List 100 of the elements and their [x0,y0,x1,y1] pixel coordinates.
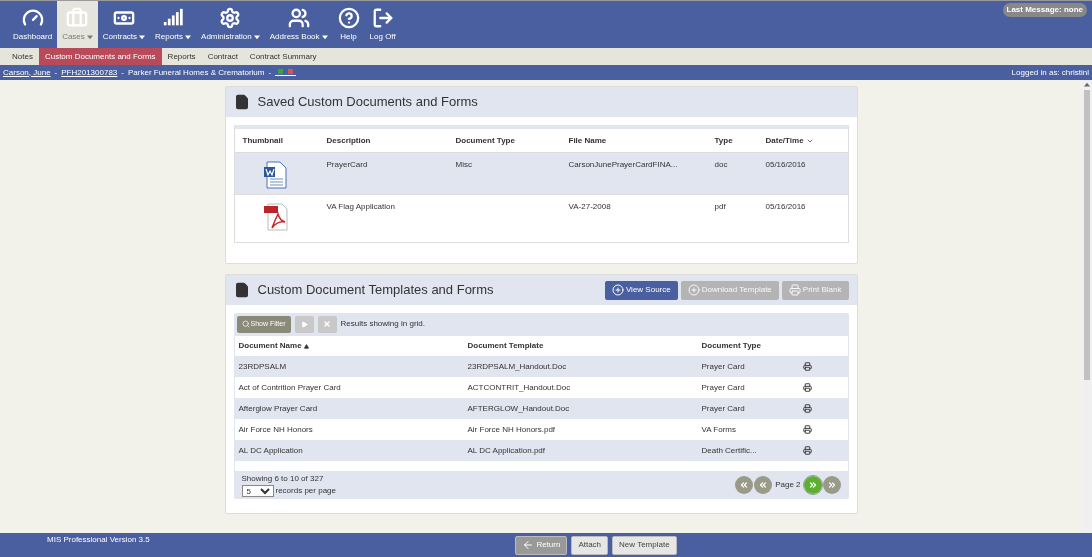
briefcase-icon [66,6,89,29]
scrollbar[interactable] [1082,80,1092,533]
play-icon [300,320,308,328]
arrow-left-icon [522,539,535,551]
document-template-cell: AL DC Application.pdf [467,445,546,455]
nav-item[interactable]: Log Off [364,1,401,48]
template-row[interactable]: Afterglow Prayer Card AFTERGLOW_Handout.Doc Prayer Card [234,398,848,419]
logged-in-text: Logged in as: christinl [1011,66,1089,79]
sort-caret-icon [303,343,309,349]
type-cell: doc [714,160,728,169]
document-name-cell: Act of Contrition Prayer Card [238,382,341,392]
panel-title: Custom Document Templates and Forms [257,281,494,300]
first-page-icon [739,480,750,490]
file-name-cell-text: CarsonJunePrayerCardFINA... [568,159,679,171]
apply-filter-button[interactable] [294,315,314,333]
breadcrumb-link[interactable]: Carson, June [3,66,51,79]
footer-button[interactable]: New Template [612,535,677,555]
nav-item[interactable]: Dashboard [8,1,58,48]
column-header: Document Type [701,340,762,352]
document-template-cell: ACTCONTRIT_Handout.Doc [467,382,571,392]
pdf-document-icon [262,203,289,231]
date-cell-text: 05/16/2016 [765,159,806,171]
print-icon[interactable] [802,362,812,371]
document-type-cell: Prayer Card [701,403,745,413]
document-name-cell: 23RDPSALM [238,361,287,371]
close-icon [323,320,331,328]
document-row[interactable]: PrayerCard Misc CarsonJunePrayerCardFINA... doc 05/16/2016 [234,152,848,194]
footer-button[interactable]: Attach [571,535,609,555]
search-icon [241,320,250,328]
column-header[interactable]: Document Name [234,340,468,352]
plus-circle-icon [611,284,624,296]
settings-icon [219,6,242,29]
document-template-cell: Air Force NH Honors.pdf [467,424,556,434]
document-icon [233,282,250,298]
previous-page-button[interactable] [754,476,773,494]
column-header: File Name [568,134,608,147]
last-page-button[interactable] [822,476,841,494]
plus-circle-icon [687,284,700,296]
sub-tab[interactable]: Reports [161,48,202,65]
document-type-cell: VA Forms [701,424,737,434]
date-cell-text: 05/16/2016 [765,201,806,213]
document-template-cell: 23RDPSALM_Handout.Doc [467,361,567,371]
sub-tab[interactable]: Notes [6,48,39,65]
clear-filter-button[interactable] [317,315,337,333]
previous-page-icon [758,480,769,490]
document-template-cell: AFTERGLOW_Handout.Doc [467,403,570,413]
breadcrumb-text: - [121,66,124,79]
template-row[interactable]: 23RDPSALM 23RDPSALM_Handout.Doc Prayer Card [234,356,848,377]
help-icon [337,6,360,29]
print-icon[interactable] [802,383,812,392]
column-header[interactable]: Date/Time [765,134,814,147]
sub-tab[interactable]: Contract Summary [243,48,323,65]
next-page-button[interactable] [803,476,822,494]
breadcrumb-link[interactable]: PFH201300783 [61,66,118,79]
logout-icon [371,6,394,29]
users-icon [287,6,310,29]
column-header: Thumbnail [241,134,284,147]
document-type-cell: Death Certific... [701,445,757,455]
records-per-page-select[interactable]: 5 [241,485,274,497]
print-icon[interactable] [802,404,812,413]
column-header: Document Type [455,134,516,147]
results-status-text: Results showing in grid. [340,318,425,330]
document-name-cell: AL DC Application [238,445,303,455]
scroll-up-arrow-icon[interactable] [1084,82,1090,88]
nav-item[interactable]: Cases [57,1,98,48]
nav-item[interactable]: Help [332,1,365,48]
breadcrumb-text: - [54,66,58,79]
print-icon[interactable] [802,446,812,455]
column-header: Description [326,134,372,147]
file-name-cell-text: VA-27-2008 [568,201,612,213]
nav-item[interactable]: Address Book [264,1,333,48]
nav-item[interactable]: Administration [196,1,265,48]
first-page-button[interactable] [735,476,754,494]
records-per-page-label: records per page [275,485,336,497]
description-cell-text: PrayerCard [326,159,369,171]
print-icon [788,284,801,296]
document-name-cell: Afterglow Prayer Card [238,403,318,413]
next-page-icon [807,480,818,490]
document-name-cell: Air Force NH Honors [238,424,313,434]
breadcrumb-text: - [268,66,272,79]
last-page-icon [826,480,837,490]
panel-title: Saved Custom Documents and Forms [257,93,478,112]
sub-tab[interactable]: Custom Documents and Forms [38,48,162,65]
type-cell: pdf [714,202,726,211]
column-header: Type [714,134,734,147]
action-button[interactable]: View Source [604,280,678,300]
column-header: Document Template [467,340,545,352]
print-icon[interactable] [802,425,812,434]
nav-item[interactable]: Contracts [97,1,151,48]
version-text: MIS Professional Version 3.5 [47,534,150,546]
document-icon [233,94,250,110]
page-text: Page 2 [775,479,801,491]
description-cell-text: VA Flag Application [326,201,396,213]
showing-text: Showing 6 to 10 of 327 [241,473,325,485]
sub-tab[interactable]: Contract [201,48,244,65]
nav-item[interactable]: Reports [150,1,197,48]
document-type-cell: Prayer Card [701,382,745,392]
template-row[interactable]: AL DC Application AL DC Application.pdf Death Certific... [234,440,848,461]
document-type-cell: Prayer Card [701,361,745,371]
word-document-icon [262,161,289,189]
